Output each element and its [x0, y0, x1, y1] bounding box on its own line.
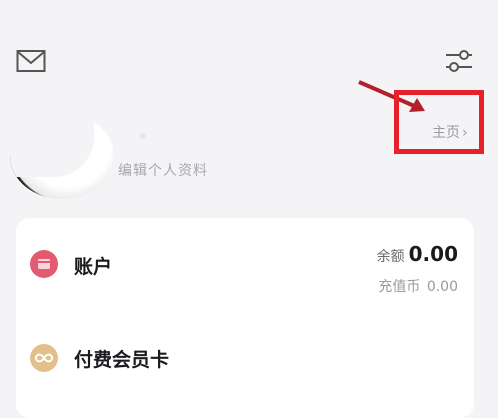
vip-card-row[interactable]: 付费会员卡	[16, 318, 474, 398]
edit-profile-link[interactable]: 编辑个人资料	[118, 160, 208, 180]
wallet-icon	[30, 250, 58, 278]
wallet-card: 账户 余额 0.00 充值币 0.00 付费会员卡	[16, 218, 474, 418]
coin-line: 充值币 0.00	[378, 276, 458, 296]
mail-icon[interactable]	[16, 48, 46, 74]
sliders-icon[interactable]	[444, 46, 474, 76]
balance-line: 余额 0.00	[377, 242, 458, 266]
avatar-mask	[10, 113, 94, 177]
balance-label: 余额	[376, 249, 405, 265]
coin-value: 0.00	[426, 279, 458, 295]
coin-label: 充值币	[378, 279, 421, 295]
account-label: 账户	[74, 256, 113, 278]
home-link[interactable]: 主页 ›	[432, 122, 468, 142]
infinity-icon	[30, 344, 58, 372]
decorative-dot	[140, 133, 146, 139]
home-label: 主页	[432, 125, 460, 141]
balance-value: 0.00	[408, 242, 458, 266]
chevron-right-icon: ›	[462, 125, 468, 141]
account-row[interactable]: 账户 余额 0.00 充值币 0.00	[16, 218, 474, 298]
vip-label: 付费会员卡	[74, 349, 170, 371]
avatar[interactable]	[10, 113, 114, 199]
